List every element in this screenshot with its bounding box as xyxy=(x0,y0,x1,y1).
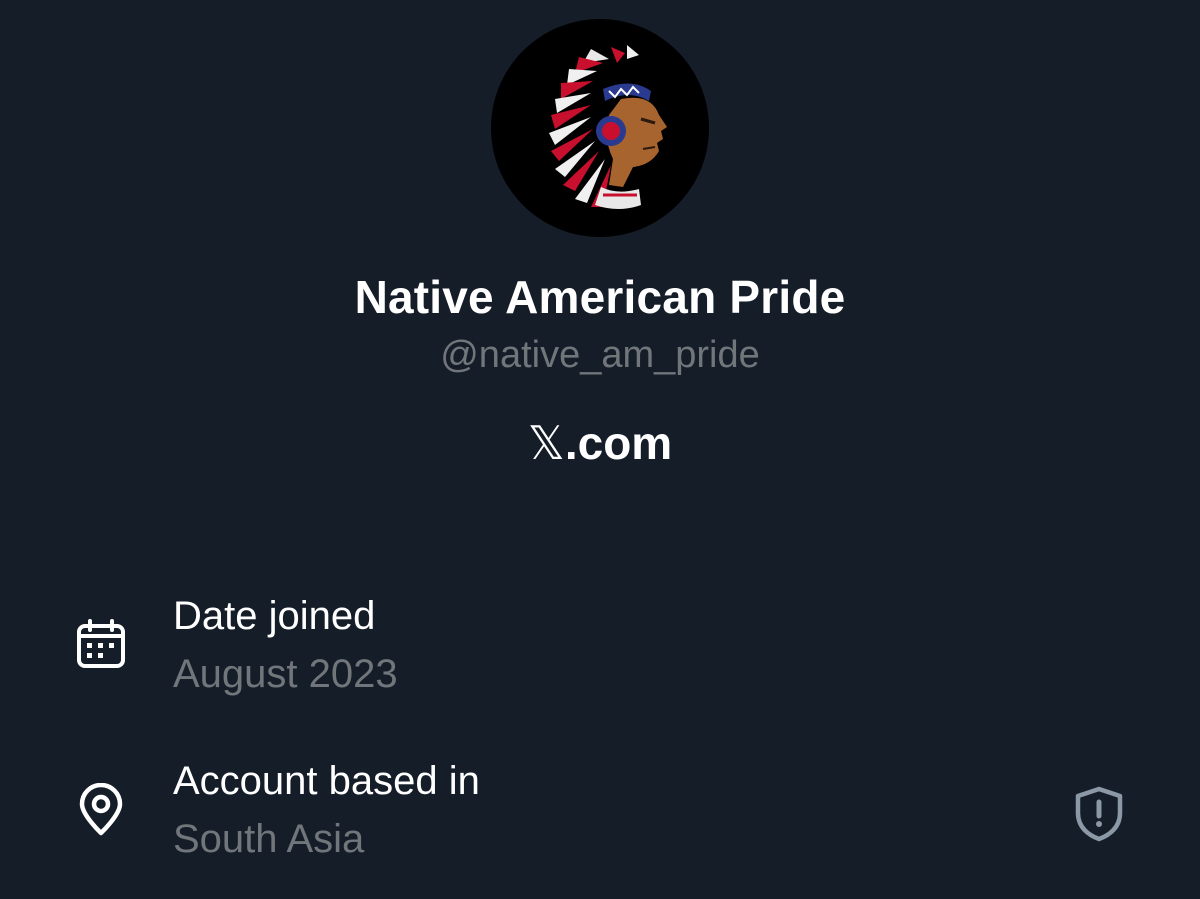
account-based-in-row: Account based in South Asia xyxy=(0,755,1200,875)
date-joined-row: Date joined August 2023 xyxy=(0,590,1200,710)
display-name: Native American Pride xyxy=(354,271,846,323)
about-account-page: Native American Pride @native_am_pride 𝕏… xyxy=(0,0,1200,899)
account-based-in-value: South Asia xyxy=(173,817,365,861)
account-handle: @native_am_pride xyxy=(440,334,760,376)
x-logo-icon: 𝕏 xyxy=(527,416,565,470)
site-link[interactable]: 𝕏.com xyxy=(0,416,1200,470)
headdress-portrait-avatar-icon xyxy=(549,45,667,209)
date-joined-value: August 2023 xyxy=(173,652,398,696)
site-suffix: .com xyxy=(564,417,673,469)
date-joined-label: Date joined xyxy=(173,594,376,638)
location-pin-icon xyxy=(79,783,123,836)
calendar-icon xyxy=(77,619,125,668)
shield-alert-icon[interactable] xyxy=(1072,785,1126,843)
profile-avatar[interactable] xyxy=(491,19,709,237)
account-based-in-label: Account based in xyxy=(173,759,480,803)
